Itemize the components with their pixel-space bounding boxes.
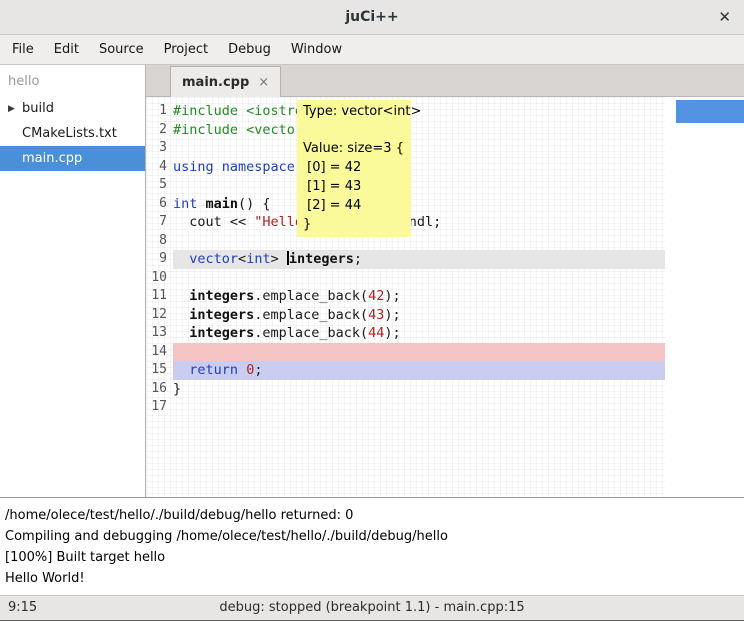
line-number[interactable]: 1 <box>146 102 167 121</box>
tree-item-label: build <box>22 101 54 116</box>
line-code: vector<int> integers; <box>173 250 665 269</box>
sidebar: hello ▶ build CMakeLists.txt main.cpp <box>0 65 146 497</box>
file-tree: ▶ build CMakeLists.txt main.cpp <box>0 96 145 171</box>
menu-item-file[interactable]: File <box>2 38 44 61</box>
line-code: using namespace std; <box>173 158 665 177</box>
tooltip-value-line: } <box>303 215 405 234</box>
status-message: debug: stopped (breakpoint 1.1) - main.c… <box>0 596 744 615</box>
code-line-9[interactable]: 9 vector<int> integers; <box>146 250 665 269</box>
tooltip-value-line: [2] = 44 <box>303 196 405 215</box>
line-code <box>173 398 665 417</box>
scrollbar-thumb[interactable] <box>676 100 744 123</box>
debug-tooltip: Type: vector<int> Value: size=3 { [0] = … <box>297 100 411 237</box>
line-number[interactable]: 17 <box>146 398 167 417</box>
tab-label: main.cpp <box>182 75 249 90</box>
code-line-14[interactable]: 14 <box>146 343 665 362</box>
line-number[interactable]: 12 <box>146 306 167 325</box>
menu-bar: FileEditSourceProjectDebugWindow <box>0 35 744 65</box>
code-line-10[interactable]: 10 <box>146 269 665 288</box>
menu-item-debug[interactable]: Debug <box>218 38 281 61</box>
line-code <box>173 139 665 158</box>
line-code <box>173 176 665 195</box>
tree-item-main-cpp[interactable]: main.cpp <box>0 146 145 171</box>
tree-item-label: main.cpp <box>22 151 82 166</box>
project-name: hello <box>0 65 145 96</box>
line-number[interactable]: 8 <box>146 232 167 251</box>
tooltip-value-line: Value: size=3 { <box>303 139 405 158</box>
line-code: integers.emplace_back(44); <box>173 324 665 343</box>
menu-item-window[interactable]: Window <box>281 38 352 61</box>
line-code <box>173 269 665 288</box>
code-line-16[interactable]: 16} <box>146 380 665 399</box>
title-bar: juCi++ ✕ <box>0 0 744 35</box>
code-line-15[interactable]: 15 return 0; <box>146 361 665 380</box>
line-number[interactable]: 11 <box>146 287 167 306</box>
terminal-output: /home/olece/test/hello/./build/debug/hel… <box>5 505 739 589</box>
terminal-line: Compiling and debugging /home/olece/test… <box>5 526 739 547</box>
line-number[interactable]: 9 <box>146 250 167 269</box>
line-number[interactable]: 3 <box>146 139 167 158</box>
line-number[interactable]: 7 <box>146 213 167 232</box>
line-number[interactable]: 10 <box>146 269 167 288</box>
line-code: integers.emplace_back(42); <box>173 287 665 306</box>
line-number[interactable]: 2 <box>146 121 167 140</box>
main-area: hello ▶ build CMakeLists.txt main.cpp main.… <box>0 65 744 497</box>
tree-item-cmakelists-txt[interactable]: CMakeLists.txt <box>0 121 145 146</box>
line-code: cout << "Hello World!" << endl; <box>173 213 665 232</box>
status-bar: 9:15 debug: stopped (breakpoint 1.1) - m… <box>0 595 744 621</box>
line-number[interactable]: 16 <box>146 380 167 399</box>
app-window: juCi++ ✕ FileEditSourceProjectDebugWindo… <box>0 0 744 621</box>
code-line-12[interactable]: 12 integers.emplace_back(43); <box>146 306 665 325</box>
menu-item-project[interactable]: Project <box>154 38 218 61</box>
editor-pane: main.cpp × 1#include <iostream>2#include… <box>146 65 744 497</box>
code-line-11[interactable]: 11 integers.emplace_back(42); <box>146 287 665 306</box>
tooltip-value-line: [0] = 42 <box>303 158 405 177</box>
tree-item-build[interactable]: ▶ build <box>0 96 145 121</box>
line-number[interactable]: 15 <box>146 361 167 380</box>
tooltip-type-text: Type: vector<int> <box>303 103 405 121</box>
tab-bar: main.cpp × <box>146 65 744 97</box>
terminal-panel: /home/olece/test/hello/./build/debug/hel… <box>0 497 744 595</box>
terminal-line: [100%] Built target hello <box>5 547 739 568</box>
line-code: } <box>173 380 665 399</box>
line-number[interactable]: 14 <box>146 343 167 362</box>
line-number[interactable]: 5 <box>146 176 167 195</box>
code-editor[interactable]: 1#include <iostream>2#include <vector>34… <box>146 97 744 497</box>
tab-close-icon[interactable]: × <box>258 75 269 90</box>
terminal-line: /home/olece/test/hello/./build/debug/hel… <box>5 505 739 526</box>
close-icon[interactable]: ✕ <box>718 8 731 26</box>
menu-item-edit[interactable]: Edit <box>44 38 89 61</box>
line-code <box>173 343 665 362</box>
line-code: int main() { <box>173 195 665 214</box>
tooltip-value-lines: Value: size=3 { [0] = 42 [1] = 43 [2] = … <box>303 139 405 234</box>
terminal-line: Hello World! <box>5 568 739 589</box>
window-title: juCi++ <box>345 9 398 25</box>
tab-main-cpp[interactable]: main.cpp × <box>170 66 281 97</box>
status-time: 9:15 <box>8 600 37 615</box>
line-number[interactable]: 4 <box>146 158 167 177</box>
expander-icon[interactable]: ▶ <box>8 104 16 114</box>
code-line-13[interactable]: 13 integers.emplace_back(44); <box>146 324 665 343</box>
line-number[interactable]: 13 <box>146 324 167 343</box>
line-code: #include <vector> <box>173 121 665 140</box>
tooltip-value-line: [1] = 43 <box>303 177 405 196</box>
line-code: return 0; <box>173 361 665 380</box>
code-line-17[interactable]: 17 <box>146 398 665 417</box>
line-number[interactable]: 6 <box>146 195 167 214</box>
tree-item-label: CMakeLists.txt <box>22 126 117 141</box>
line-code: integers.emplace_back(43); <box>173 306 665 325</box>
menu-item-source[interactable]: Source <box>89 38 154 61</box>
line-code <box>173 232 665 251</box>
